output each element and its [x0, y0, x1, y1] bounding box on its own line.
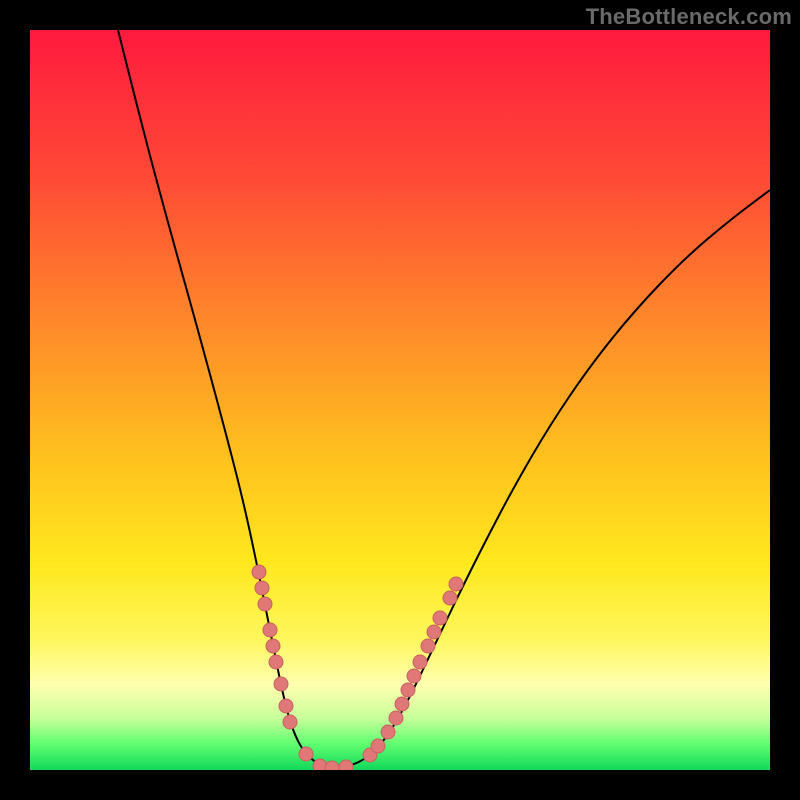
data-marker: [283, 715, 297, 729]
data-marker: [252, 565, 266, 579]
data-marker: [255, 581, 269, 595]
data-marker: [413, 655, 427, 669]
data-marker: [395, 697, 409, 711]
data-marker: [266, 639, 280, 653]
data-marker: [339, 760, 353, 770]
data-marker: [381, 725, 395, 739]
data-marker: [325, 761, 339, 770]
data-marker: [427, 625, 441, 639]
data-marker: [401, 683, 415, 697]
data-marker: [407, 669, 421, 683]
chart-frame: TheBottleneck.com: [0, 0, 800, 800]
data-marker: [371, 739, 385, 753]
data-marker: [274, 677, 288, 691]
data-marker: [433, 611, 447, 625]
data-marker: [443, 591, 457, 605]
data-marker: [421, 639, 435, 653]
data-marker: [449, 577, 463, 591]
gradient-background: [30, 30, 770, 770]
plot-svg: [30, 30, 770, 770]
data-marker: [389, 711, 403, 725]
watermark-text: TheBottleneck.com: [586, 4, 792, 30]
data-marker: [258, 597, 272, 611]
plot-area: [30, 30, 770, 770]
data-marker: [263, 623, 277, 637]
data-marker: [269, 655, 283, 669]
data-marker: [279, 699, 293, 713]
data-marker: [299, 747, 313, 761]
